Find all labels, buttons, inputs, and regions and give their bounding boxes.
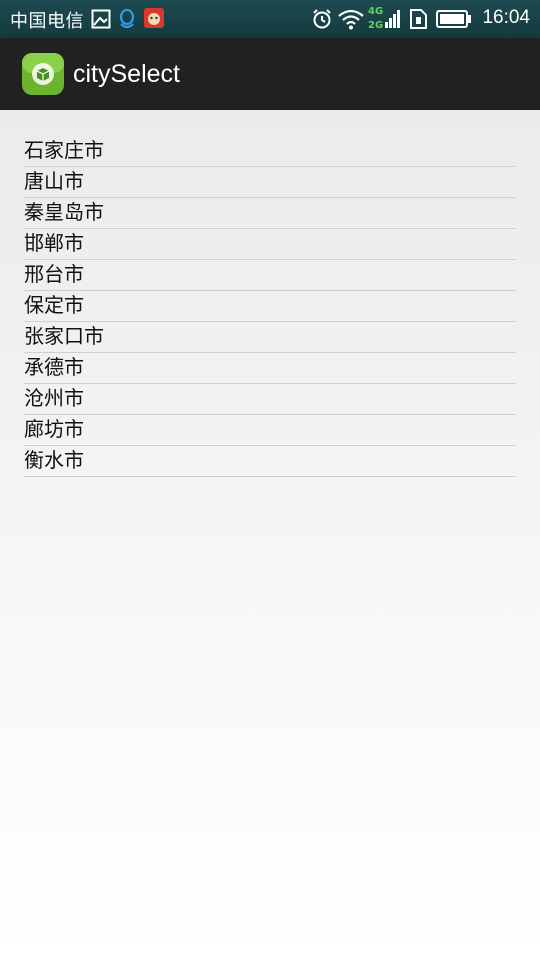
city-list-item[interactable]: 沧州市: [24, 384, 516, 415]
network-2g-label: 2G: [368, 20, 383, 31]
battery-icon: [436, 10, 471, 28]
alarm-icon: [313, 9, 331, 29]
wifi-icon: [338, 9, 364, 30]
sim-card-icon: [410, 9, 427, 29]
city-list: 石家庄市 唐山市 秦皇岛市 邯郸市 邢台市 保定市 张家口市 承德市 沧州市 廊…: [24, 136, 516, 477]
city-list-item[interactable]: 廊坊市: [24, 415, 516, 446]
content-area: 石家庄市 唐山市 秦皇岛市 邯郸市 邢台市 保定市 张家口市 承德市 沧州市 廊…: [0, 110, 540, 960]
city-list-item[interactable]: 邯郸市: [24, 229, 516, 260]
city-list-item[interactable]: 石家庄市: [24, 136, 516, 167]
network-4g-label: 4G: [368, 6, 383, 17]
action-bar: citySelect: [0, 38, 540, 110]
status-bar: 中国电信 4G 2G 16:04: [0, 0, 540, 38]
city-list-item[interactable]: 张家口市: [24, 322, 516, 353]
city-list-item[interactable]: 承德市: [24, 353, 516, 384]
city-list-item[interactable]: 邢台市: [24, 260, 516, 291]
carrier-label: 中国电信: [10, 11, 84, 32]
qq-icon: [119, 8, 135, 29]
gallery-icon: [91, 9, 111, 29]
city-list-item[interactable]: 保定市: [24, 291, 516, 322]
city-list-item[interactable]: 衡水市: [24, 446, 516, 477]
app-title: citySelect: [73, 60, 180, 88]
app-launcher-icon: [22, 53, 64, 95]
city-list-item[interactable]: 秦皇岛市: [24, 198, 516, 229]
signal-icon: 4G 2G: [368, 6, 400, 31]
city-list-item[interactable]: 唐山市: [24, 167, 516, 198]
clock: 16:04: [482, 7, 530, 28]
notification-app-icon: [144, 8, 164, 28]
